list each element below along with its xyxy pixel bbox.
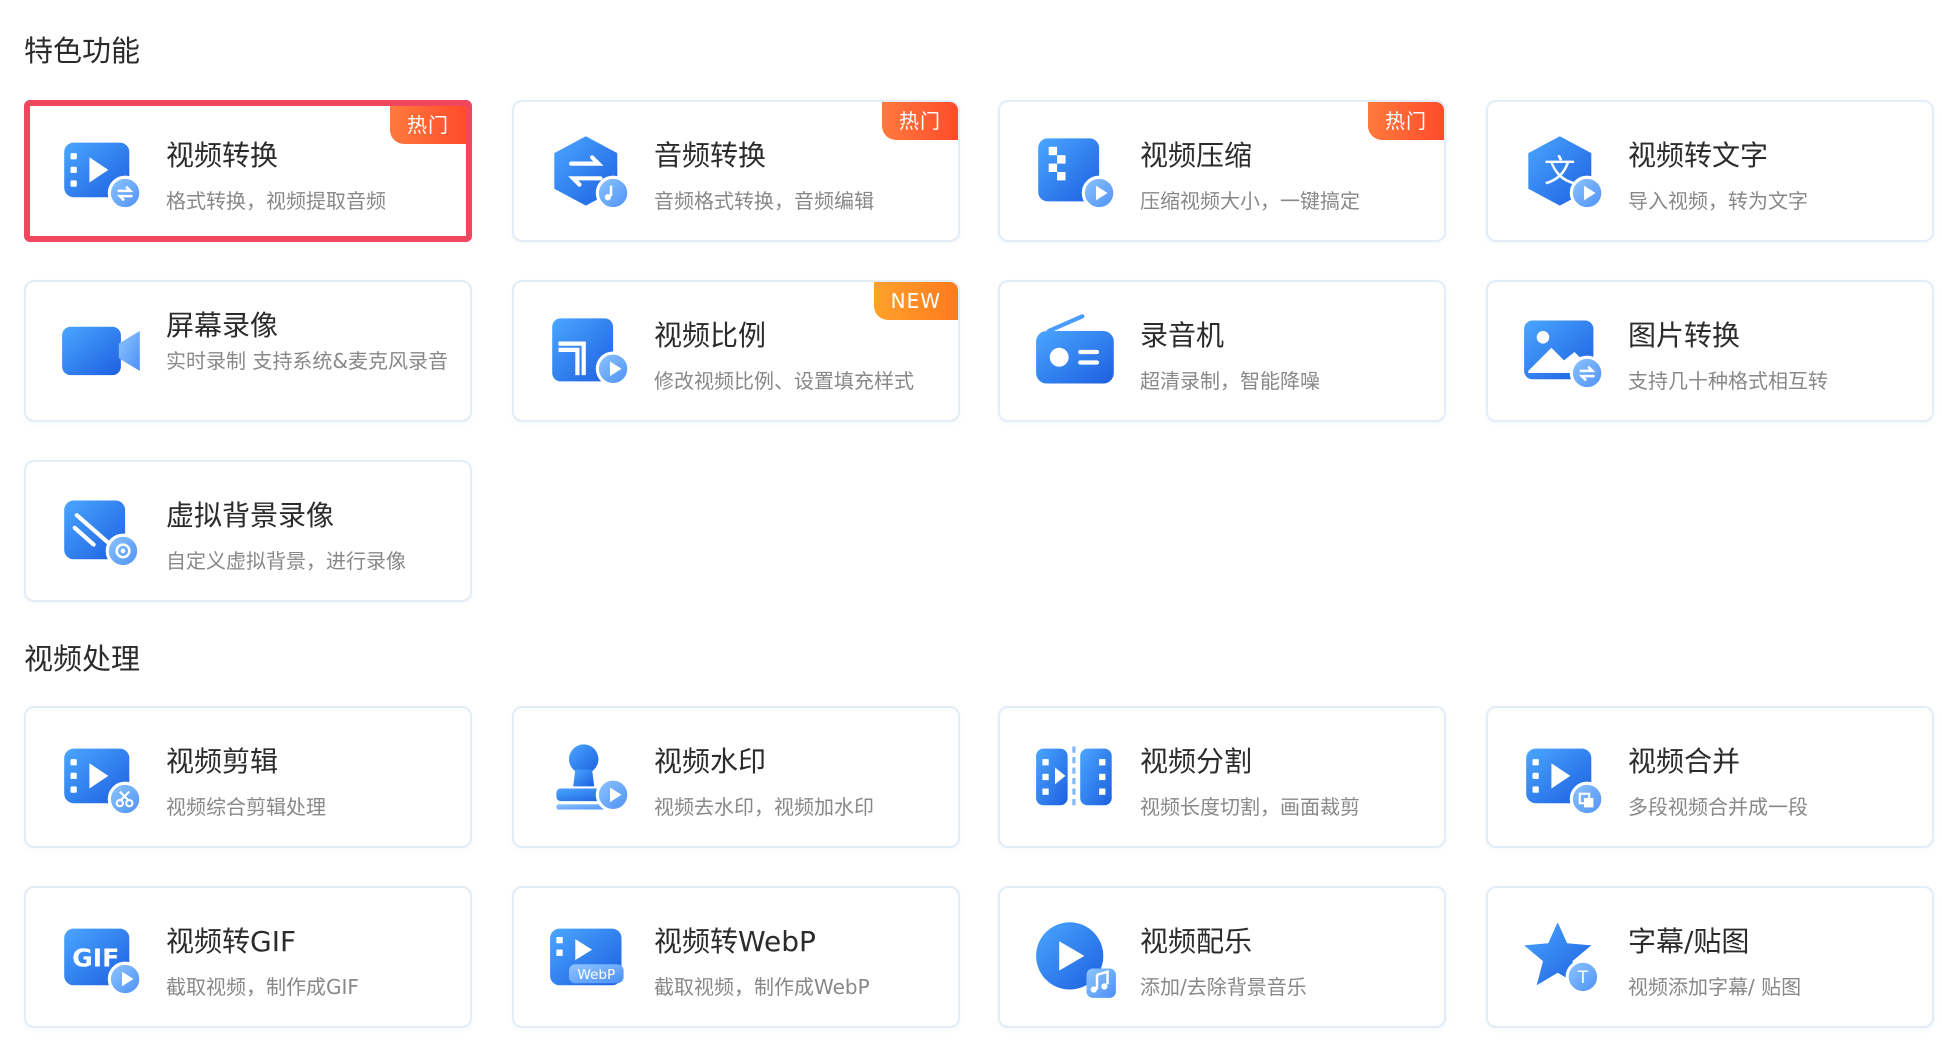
svg-text:T: T <box>1577 967 1589 987</box>
card-title: 录音机 <box>1140 319 1225 352</box>
feature-card-video-merge[interactable]: 视频合并 多段视频合并成一段 <box>1486 706 1934 848</box>
card-description: 视频综合剪辑处理 <box>166 795 326 819</box>
video-to-webp-icon: WebP <box>550 928 624 986</box>
card-description: 压缩视频大小，一键搞定 <box>1140 189 1360 213</box>
section-title-video: 视频处理 <box>24 642 141 676</box>
video-music-icon <box>1036 922 1116 998</box>
card-description: 添加/去除背景音乐 <box>1140 975 1307 999</box>
audio-convert-icon <box>554 136 631 211</box>
hot-badge: 热门 <box>1368 102 1444 140</box>
card-description: 视频添加字幕/ 贴图 <box>1628 975 1802 999</box>
card-description: 多段视频合并成一段 <box>1628 795 1808 819</box>
card-description: 截取视频，制作成WebP <box>654 975 870 999</box>
recorder-icon <box>1036 314 1114 384</box>
hot-badge: 热门 <box>882 102 958 140</box>
image-convert-icon <box>1524 320 1605 391</box>
card-description: 格式转换，视频提取音频 <box>166 189 386 213</box>
feature-card-image-convert[interactable]: 图片转换 支持几十种格式相互转 <box>1486 280 1934 422</box>
card-title: 视频比例 <box>654 319 767 352</box>
video-watermark-icon <box>556 744 631 813</box>
subtitle-sticker-icon: T <box>1524 922 1601 995</box>
virtual-background-icon <box>64 500 141 569</box>
video-compress-icon <box>1038 138 1117 211</box>
card-description: 实时录制 支持系统&麦克风录音 <box>166 349 448 373</box>
feature-card-video-to-text[interactable]: 文 视频转文字 导入视频，转为文字 <box>1486 100 1934 242</box>
section-title-featured: 特色功能 <box>24 34 141 68</box>
card-title: 视频分割 <box>1140 745 1253 778</box>
card-description: 截取视频，制作成GIF <box>166 975 359 999</box>
feature-card-video-watermark[interactable]: 视频水印 视频去水印，视频加水印 <box>512 706 960 848</box>
feature-card-video-to-webp[interactable]: WebP 视频转WebP 截取视频，制作成WebP <box>512 886 960 1028</box>
feature-card-video-edit[interactable]: 视频剪辑 视频综合剪辑处理 <box>24 706 472 848</box>
card-description: 支持几十种格式相互转 <box>1628 369 1828 393</box>
card-title: 屏幕录像 <box>166 309 279 342</box>
card-title: 图片转换 <box>1628 319 1741 352</box>
card-title: 视频合并 <box>1628 745 1741 778</box>
feature-card-video-ratio[interactable]: 视频比例 修改视频比例、设置填充样式 NEW <box>512 280 960 422</box>
card-title: 视频配乐 <box>1140 925 1253 958</box>
feature-card-video-to-gif[interactable]: GIF 视频转GIF 截取视频，制作成GIF <box>24 886 472 1028</box>
card-description: 音频格式转换，音频编辑 <box>654 189 874 213</box>
card-title: 虚拟背景录像 <box>166 499 335 532</box>
feature-card-recorder[interactable]: 录音机 超清录制，智能降噪 <box>998 280 1446 422</box>
video-ratio-icon <box>552 318 631 387</box>
video-split-icon <box>1036 746 1112 808</box>
webp-icon-text: WebP <box>577 967 615 983</box>
card-description: 超清录制，智能降噪 <box>1140 369 1320 393</box>
feature-card-audio-convert[interactable]: 音频转换 音频格式转换，音频编辑 热门 <box>512 100 960 242</box>
feature-card-video-music[interactable]: 视频配乐 添加/去除背景音乐 <box>998 886 1446 1028</box>
video-to-gif-icon: GIF <box>64 928 143 997</box>
card-title: 视频转WebP <box>654 925 816 958</box>
card-title: 视频压缩 <box>1140 139 1253 172</box>
card-title: 视频转文字 <box>1628 139 1769 172</box>
new-badge: NEW <box>873 282 958 320</box>
card-description: 自定义虚拟背景，进行录像 <box>166 549 406 573</box>
feature-card-virtual-background[interactable]: 虚拟背景录像 自定义虚拟背景，进行录像 <box>24 460 472 602</box>
card-title: 视频转GIF <box>166 925 297 958</box>
card-title: 视频转换 <box>166 139 279 172</box>
card-title: 视频剪辑 <box>166 745 279 778</box>
screen-record-icon <box>62 326 140 376</box>
video-merge-icon <box>1526 748 1605 817</box>
feature-card-video-split[interactable]: 视频分割 视频长度切割，画面裁剪 <box>998 706 1446 848</box>
video-to-text-icon: 文 <box>1528 136 1605 211</box>
hot-badge: 热门 <box>390 106 466 144</box>
card-title: 音频转换 <box>654 139 767 172</box>
card-description: 视频长度切割，画面裁剪 <box>1140 795 1360 819</box>
card-title: 视频水印 <box>654 745 767 778</box>
card-title: 字幕/贴图 <box>1628 925 1750 958</box>
card-description: 导入视频，转为文字 <box>1628 189 1808 213</box>
card-description: 视频去水印，视频加水印 <box>654 795 874 819</box>
feature-card-video-convert[interactable]: 视频转换 格式转换，视频提取音频 热门 <box>24 100 472 242</box>
video-convert-icon <box>64 142 143 211</box>
feature-card-subtitle-sticker[interactable]: T 字幕/贴图 视频添加字幕/ 贴图 <box>1486 886 1934 1028</box>
svg-text:文: 文 <box>1544 153 1575 189</box>
video-edit-icon <box>64 748 143 817</box>
feature-card-video-compress[interactable]: 视频压缩 压缩视频大小，一键搞定 热门 <box>998 100 1446 242</box>
card-description: 修改视频比例、设置填充样式 <box>654 369 914 393</box>
feature-card-screen-record[interactable]: 屏幕录像 实时录制 支持系统&麦克风录音 <box>24 280 472 422</box>
